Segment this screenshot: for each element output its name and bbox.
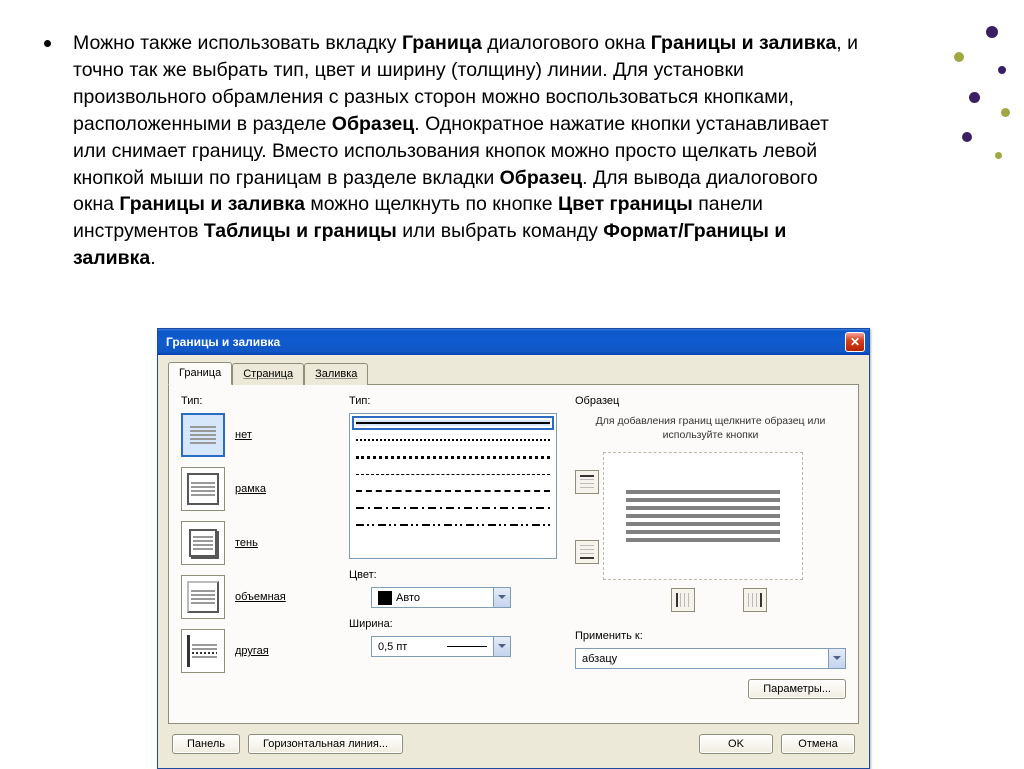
dialog-title: Границы и заливка: [166, 335, 845, 349]
close-button[interactable]: ✕: [845, 332, 865, 352]
right-border-button[interactable]: [743, 588, 767, 612]
type-3d-label[interactable]: объемная: [235, 591, 286, 603]
type-shadow-button[interactable]: [181, 521, 225, 565]
color-swatch-icon: [378, 591, 392, 605]
width-label: Ширина:: [349, 618, 557, 630]
panel-button[interactable]: Панель: [172, 734, 240, 754]
line-style-dashed2[interactable]: [356, 488, 550, 494]
description-paragraph: Можно также использовать вкладку Граница…: [73, 30, 860, 272]
left-border-button[interactable]: [671, 588, 695, 612]
type-custom-button[interactable]: [181, 629, 225, 673]
titlebar[interactable]: Границы и заливка ✕: [158, 329, 869, 355]
decorative-dots: [904, 0, 1024, 180]
chevron-down-icon[interactable]: [493, 637, 510, 656]
tab-page[interactable]: Страница: [232, 363, 304, 385]
tab-border[interactable]: Граница: [168, 362, 232, 385]
type-box-label[interactable]: рамка: [235, 483, 266, 495]
bottom-border-button[interactable]: [575, 540, 599, 564]
sample-label: Образец: [575, 395, 846, 407]
sample-hint: Для добавления границ щелкните образец и…: [575, 415, 846, 442]
type-box-button[interactable]: [181, 467, 225, 511]
line-style-list[interactable]: [349, 413, 557, 559]
line-style-dashdotdot[interactable]: [356, 522, 550, 528]
preview-sample[interactable]: [603, 452, 803, 580]
horizontal-line-button[interactable]: Горизонтальная линия...: [248, 734, 403, 754]
tab-fill[interactable]: Заливка: [304, 363, 368, 385]
cancel-button[interactable]: Отмена: [781, 734, 855, 754]
apply-to-combo[interactable]: абзацу: [575, 648, 846, 669]
width-combo[interactable]: 0,5 пт: [371, 636, 511, 657]
close-icon: ✕: [850, 335, 860, 349]
chevron-down-icon[interactable]: [828, 649, 845, 668]
line-type-label: Тип:: [349, 395, 557, 407]
color-combo[interactable]: Авто: [371, 587, 511, 608]
apply-to-label: Применить к:: [575, 630, 846, 642]
chevron-down-icon[interactable]: [493, 588, 510, 607]
line-style-dashed[interactable]: [356, 471, 550, 477]
borders-shading-dialog: Границы и заливка ✕ Граница Страница Зал…: [157, 328, 870, 769]
line-style-dotted[interactable]: [356, 437, 550, 443]
parameters-button[interactable]: Параметры...: [748, 679, 846, 699]
type-3d-button[interactable]: [181, 575, 225, 619]
line-style-solid[interactable]: [356, 420, 550, 426]
top-border-button[interactable]: [575, 470, 599, 494]
line-style-dashdot[interactable]: [356, 505, 550, 511]
ok-button[interactable]: OK: [699, 734, 773, 754]
bullet-icon: [44, 40, 51, 47]
type-custom-label[interactable]: другая: [235, 645, 269, 657]
type-none-label[interactable]: нет: [235, 429, 252, 441]
line-style-dotted2[interactable]: [356, 454, 550, 460]
type-label: Тип:: [181, 395, 331, 407]
color-label: Цвет:: [349, 569, 557, 581]
type-none-button[interactable]: [181, 413, 225, 457]
type-shadow-label[interactable]: тень: [235, 537, 258, 549]
